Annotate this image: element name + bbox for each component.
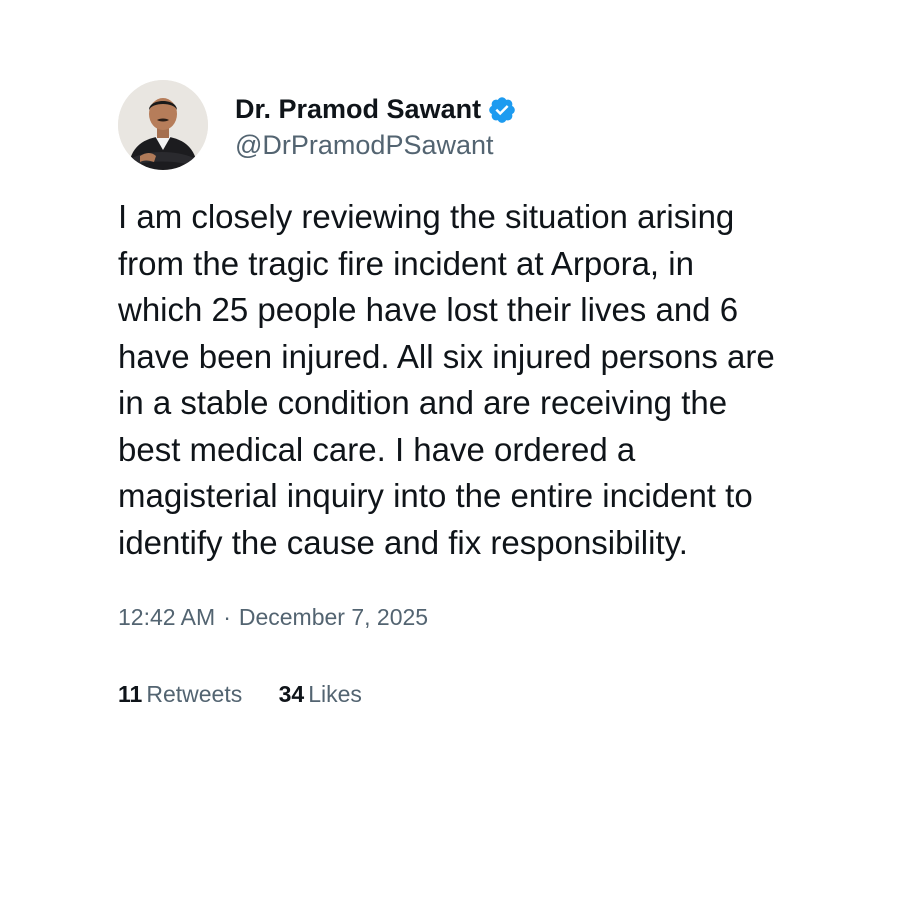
retweets-label: Retweets bbox=[146, 681, 243, 707]
meta-separator: · bbox=[223, 604, 231, 630]
tweet-timestamp[interactable]: 12:42 AM · December 7, 2025 bbox=[118, 604, 798, 631]
author-name[interactable]: Dr. Pramod Sawant bbox=[235, 94, 481, 125]
avatar[interactable] bbox=[118, 80, 208, 170]
likes-stat[interactable]: 34 Likes bbox=[279, 681, 362, 708]
verified-badge-icon bbox=[489, 96, 515, 123]
retweets-count: 11 bbox=[118, 681, 143, 707]
retweets-stat[interactable]: 11 Retweets bbox=[118, 681, 242, 708]
likes-count: 34 bbox=[278, 681, 305, 707]
tweet-card: Dr. Pramod Sawant @DrPramodPSawant I am … bbox=[118, 80, 798, 708]
tweet-text: I am closely reviewing the situation ari… bbox=[118, 198, 775, 561]
name-row: Dr. Pramod Sawant bbox=[235, 90, 517, 130]
tweet-date: December 7, 2025 bbox=[238, 604, 429, 630]
tweet-stats: 11 Retweets 34 Likes bbox=[118, 681, 798, 708]
author-handle[interactable]: @DrPramodPSawant bbox=[235, 130, 517, 161]
tweet-time: 12:42 AM bbox=[118, 604, 216, 630]
author-identity: Dr. Pramod Sawant @DrPramodPSawant bbox=[235, 90, 517, 161]
likes-label: Likes bbox=[308, 681, 362, 707]
tweet-header: Dr. Pramod Sawant @DrPramodPSawant bbox=[118, 80, 798, 170]
profile-photo-icon bbox=[118, 80, 208, 170]
